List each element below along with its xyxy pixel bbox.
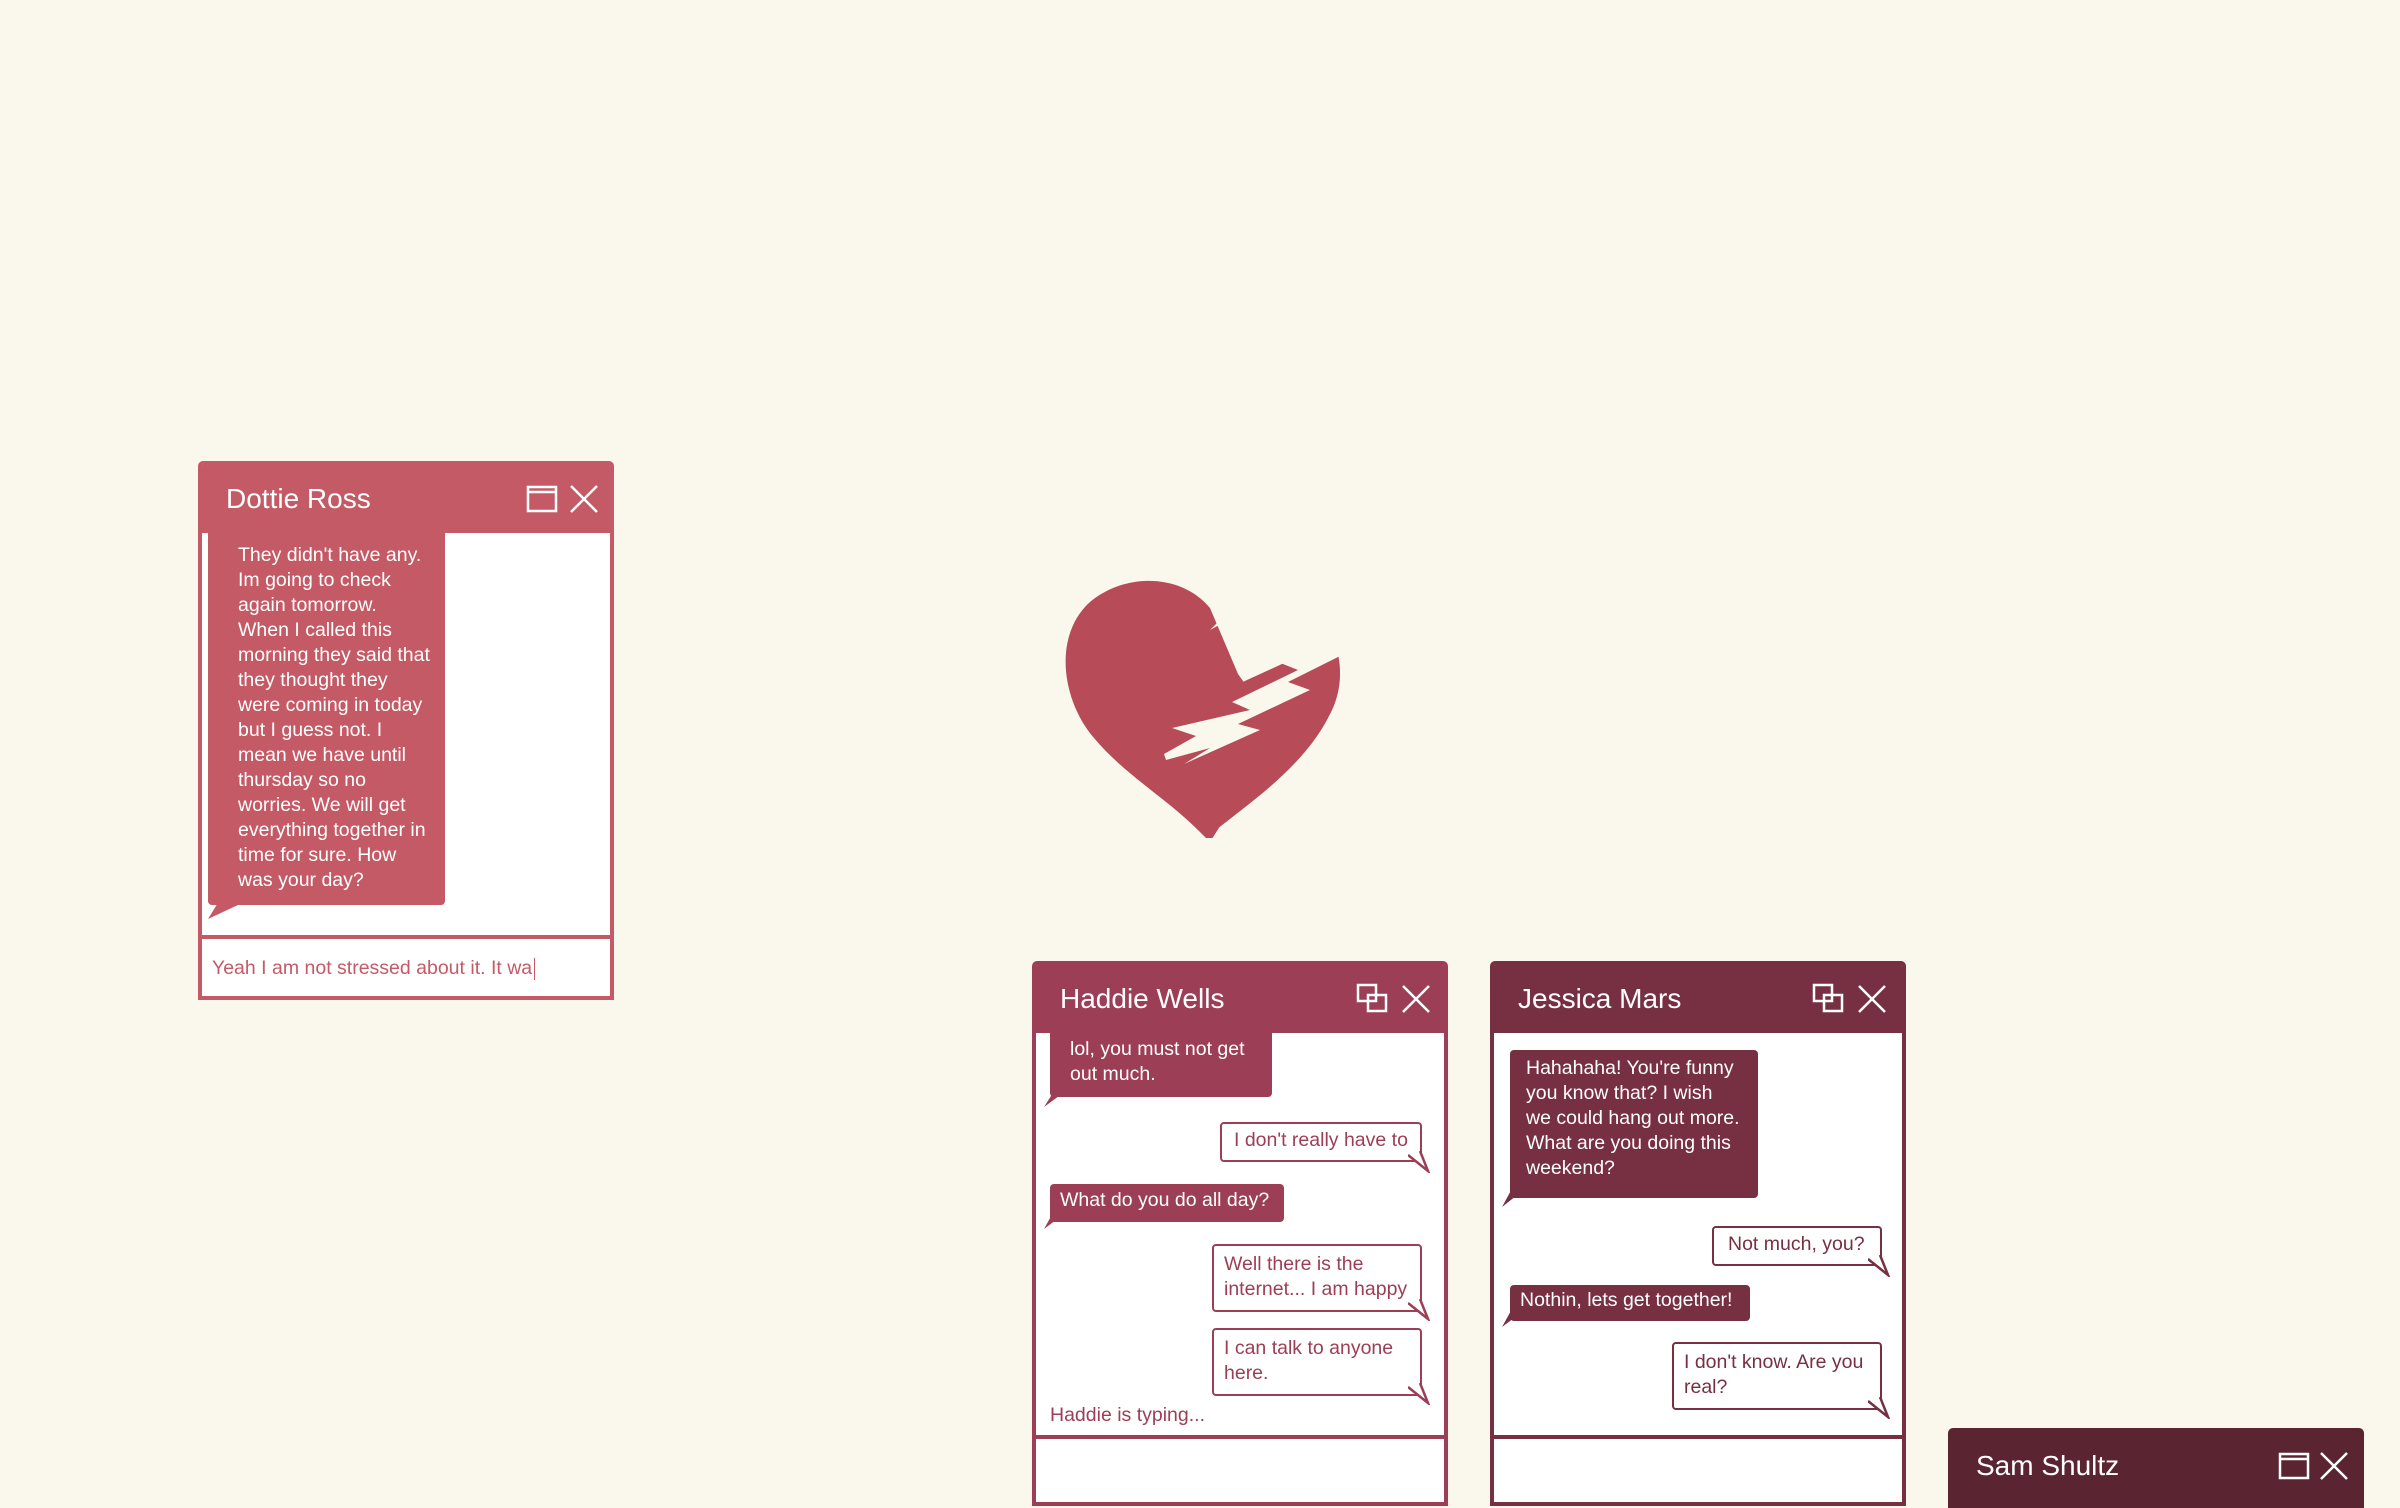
maximize-icon[interactable] [526,483,558,515]
bubble-tail [1408,1151,1430,1173]
message-incoming: They didn't have any. Im going to check … [208,533,445,905]
close-icon[interactable] [2318,1450,2350,1482]
message-input[interactable] [1046,1445,1434,1495]
restore-icon[interactable] [1812,983,1844,1015]
contact-name: Jessica Mars [1518,983,1682,1014]
contact-name: Sam Shultz [1976,1450,2120,1481]
message-incoming: What do you do all day? [1050,1184,1284,1222]
restore-icon[interactable] [1356,983,1388,1015]
message-text: Not much, you? [1728,1233,1865,1255]
divider [1494,1435,1902,1439]
chat-window-dottie-ross[interactable]: Dottie Ross They didn't have any. Im goi… [198,461,614,1000]
message-text: I don't really have to [1234,1129,1408,1151]
message-input-value: Yeah I am not stressed about it. It wa [212,957,533,979]
message-incoming: lol, you must not get out much. [1050,1033,1272,1097]
message-input[interactable] [1504,1445,1892,1495]
message-incoming: Hahahaha! You're funny you know that? I … [1510,1050,1758,1198]
bubble-tail [1044,1211,1068,1229]
heart-crack [1164,582,1344,764]
title-bar[interactable]: Haddie Wells [1036,965,1444,1033]
bubble-tail [1044,1085,1074,1107]
message-text: What do you do all day? [1060,1189,1270,1211]
message-outgoing: Well there is the internet... I am happy [1212,1244,1422,1312]
close-icon[interactable] [1856,983,1888,1015]
typing-indicator: Haddie is typing... [1050,1404,1206,1426]
contact-name: Haddie Wells [1060,983,1225,1014]
bubble-tail [1408,1383,1430,1405]
chat-window-haddie-wells[interactable]: Haddie Wells lol, you must not get out m… [1032,961,1448,1506]
message-text: Hahahaha! You're funny you know that? I … [1526,1057,1740,1179]
title-bar[interactable]: Jessica Mars [1494,965,1902,1033]
message-text: Well there is the internet... I am happy [1224,1253,1408,1300]
title-bar[interactable]: Sam Shultz [1952,1432,2360,1500]
bubble-tail [1868,1255,1890,1277]
maximize-icon[interactable] [2278,1450,2310,1482]
message-outgoing: I don't know. Are you real? [1672,1342,1882,1410]
divider [1036,1435,1444,1439]
divider [202,935,610,939]
message-text: lol, you must not get out much. [1070,1038,1245,1085]
bubble-tail [208,893,238,919]
chat-window-sam-shultz[interactable]: Sam Shultz [1948,1428,2364,1508]
message-input[interactable]: Yeah I am not stressed about it. It wa [212,947,600,989]
text-cursor [534,957,536,980]
contact-name: Dottie Ross [226,483,371,514]
bubble-tail [1408,1299,1430,1321]
bubble-tail [1502,1185,1530,1207]
message-text: Nothin, lets get together! [1520,1289,1733,1311]
chat-window-jessica-mars[interactable]: Jessica Mars Hahahaha! You're funny you … [1490,961,1906,1506]
message-outgoing: I don't really have to [1220,1122,1422,1162]
title-bar[interactable]: Dottie Ross [202,465,610,533]
message-text: They didn't have any. Im going to check … [238,544,430,891]
bubble-tail [1502,1309,1526,1327]
message-outgoing: I can talk to anyone here. [1212,1328,1422,1396]
message-incoming: Nothin, lets get together! [1510,1285,1750,1321]
close-icon[interactable] [568,483,600,515]
bubble-tail [1868,1397,1890,1419]
message-outgoing: Not much, you? [1712,1226,1882,1266]
message-text: I can talk to anyone here. [1224,1337,1394,1384]
close-icon[interactable] [1400,983,1432,1015]
message-text: I don't know. Are you real? [1684,1351,1864,1398]
